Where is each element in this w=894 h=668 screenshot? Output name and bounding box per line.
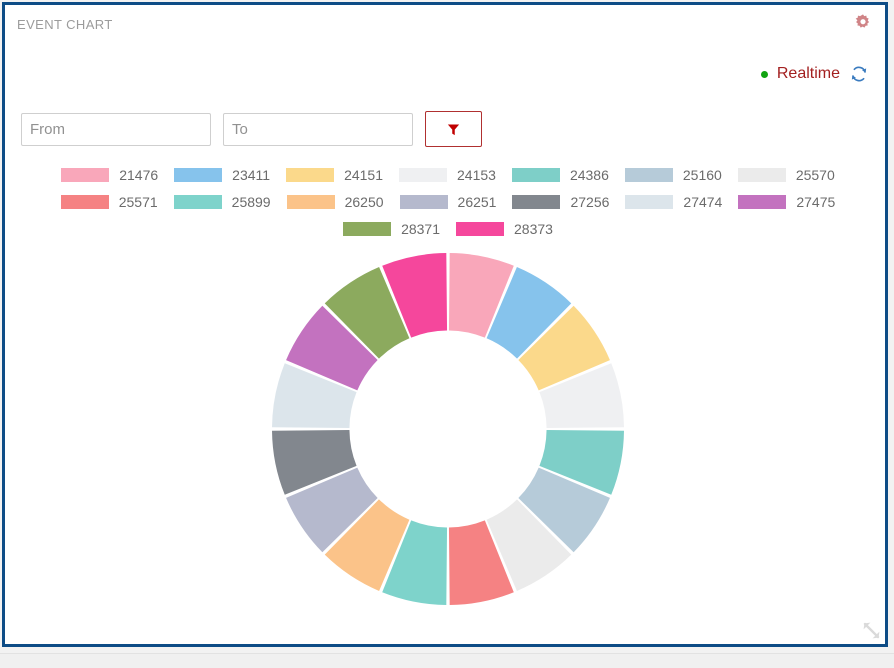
legend-label: 24153	[457, 166, 496, 183]
legend-item[interactable]: 28371	[343, 215, 440, 242]
donut-chart[interactable]	[258, 239, 638, 619]
legend-label: 24151	[344, 166, 384, 183]
legend-label: 27256	[570, 193, 610, 210]
legend-item[interactable]: 27475	[738, 188, 835, 215]
legend-item[interactable]: 24151	[286, 161, 383, 188]
legend-label: 25160	[682, 166, 722, 183]
realtime-control: Realtime	[760, 63, 869, 85]
legend-swatch	[737, 167, 786, 182]
legend-item[interactable]: 25899	[173, 188, 271, 215]
chart-area	[5, 239, 885, 619]
legend-item[interactable]: 25160	[624, 161, 722, 188]
legend-swatch	[174, 167, 223, 182]
legend-item[interactable]: 21476	[61, 161, 158, 188]
legend-swatch	[343, 221, 392, 236]
panel-header: EVENT CHART	[5, 5, 885, 45]
legend-label: 27475	[796, 193, 836, 210]
event-chart-panel: EVENT CHART Realtime From To 21476 23411…	[2, 2, 888, 647]
legend-label: 25571	[118, 193, 158, 210]
chart-legend: 21476 23411 24151 24153 24386 25160 25570 25571…	[5, 161, 885, 242]
realtime-status-dot	[760, 70, 768, 78]
realtime-label[interactable]: Realtime	[777, 65, 840, 83]
window-bottom-strip	[0, 653, 894, 668]
page-title: EVENT CHART	[17, 17, 113, 32]
legend-item[interactable]: 24386	[511, 161, 609, 188]
legend-item[interactable]: 25570	[737, 161, 835, 188]
page-root: EVENT CHART Realtime From To 21476 23411…	[0, 0, 894, 668]
legend-item[interactable]: 24153	[399, 161, 496, 188]
legend-label: 28373	[514, 220, 553, 237]
legend-swatch	[399, 194, 448, 209]
apply-filter-button[interactable]	[425, 111, 482, 147]
legend-swatch	[286, 194, 335, 209]
legend-item[interactable]: 23411	[174, 161, 270, 188]
legend-swatch	[399, 167, 448, 182]
legend-swatch	[738, 194, 787, 209]
legend-item[interactable]: 27256	[512, 188, 609, 215]
legend-swatch	[173, 194, 222, 209]
legend-swatch	[624, 167, 673, 182]
legend-item[interactable]: 28373	[456, 215, 553, 242]
legend-label: 24386	[569, 166, 609, 183]
legend-label: 25899	[231, 193, 271, 210]
legend-item[interactable]: 26250	[286, 188, 384, 215]
legend-item[interactable]: 27474	[625, 188, 722, 215]
legend-swatch	[456, 221, 504, 236]
legend-swatch	[512, 194, 561, 209]
legend-item[interactable]: 26251	[399, 188, 497, 215]
legend-label: 21476	[119, 166, 159, 183]
legend-swatch	[60, 194, 109, 209]
legend-swatch	[61, 167, 110, 182]
funnel-icon	[446, 122, 461, 137]
legend-swatch	[625, 194, 674, 209]
legend-swatch	[286, 167, 335, 182]
legend-item[interactable]: 25571	[60, 188, 158, 215]
gear-icon[interactable]	[853, 13, 873, 33]
filter-bar	[21, 111, 482, 147]
legend-label: 26250	[344, 193, 384, 210]
to-date-input[interactable]	[223, 113, 413, 146]
legend-label: 23411	[232, 166, 271, 183]
legend-label: 28371	[401, 220, 440, 237]
legend-swatch	[511, 167, 560, 182]
legend-label: 27474	[683, 193, 723, 210]
legend-label: 26251	[457, 193, 497, 210]
refresh-icon[interactable]	[849, 64, 869, 84]
resize-handle-icon[interactable]	[861, 620, 883, 642]
from-date-input[interactable]	[21, 113, 211, 146]
legend-label: 25570	[795, 166, 835, 183]
